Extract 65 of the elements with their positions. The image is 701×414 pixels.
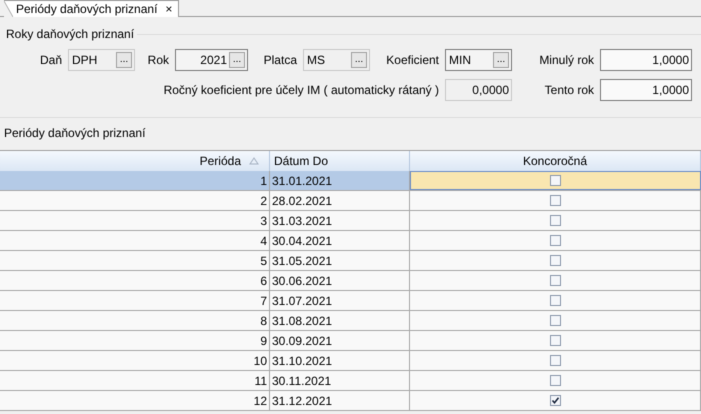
table-cell: 31.08.2021 <box>270 311 410 330</box>
table-cell: 30.11.2021 <box>270 371 410 390</box>
table-cell: 6 <box>0 271 270 290</box>
table-row[interactable]: 5 31.05.2021 <box>0 251 701 271</box>
field-label: Daň <box>38 53 63 67</box>
checkbox[interactable] <box>550 295 560 306</box>
checkbox[interactable] <box>550 335 560 346</box>
field-label: Minulý rok <box>538 53 595 67</box>
table-cell: 2 <box>0 191 270 210</box>
table-cell: 31.10.2021 <box>270 351 410 370</box>
checkbox[interactable] <box>550 275 560 286</box>
table-cell: 12 <box>0 391 270 410</box>
field-label: Platca <box>262 53 298 67</box>
table-cell: 31.07.2021 <box>270 291 410 310</box>
table-cell: 10 <box>0 351 270 370</box>
table-row[interactable]: 4 30.04.2021 <box>0 231 701 251</box>
input-field[interactable]: 2021 ... <box>175 49 248 71</box>
checkbox[interactable] <box>550 175 561 186</box>
table-cell: 31.05.2021 <box>270 251 410 270</box>
browse-button[interactable]: ... <box>229 52 245 68</box>
table-row[interactable]: 3 31.03.2021 <box>0 211 701 231</box>
table-cell: 7 <box>0 291 270 310</box>
table-row[interactable]: 6 30.06.2021 <box>0 271 701 291</box>
checkbox[interactable] <box>550 215 560 226</box>
checkbox[interactable] <box>550 375 560 386</box>
table-row[interactable]: 2 28.02.2021 <box>0 191 701 211</box>
table-cell: 31.03.2021 <box>270 211 410 230</box>
checkbox[interactable] <box>550 315 560 326</box>
table-row[interactable]: 9 30.09.2021 <box>0 331 701 351</box>
table-cell: 3 <box>0 211 270 230</box>
table-cell: 1 <box>0 171 270 190</box>
field-label: Ročný koeficient pre účely IM ( automaticky rátaný ) <box>162 83 440 97</box>
table-cell: 5 <box>0 251 270 270</box>
browse-button[interactable]: ... <box>493 52 509 68</box>
table-cell: 30.06.2021 <box>270 271 410 290</box>
document-tab[interactable]: Periódy daňových priznaní × <box>4 0 180 17</box>
group-title: Roky daňových priznaní <box>5 27 136 41</box>
table-cell: 11 <box>0 371 270 390</box>
table-row[interactable]: 1 31.01.2021 <box>0 171 701 191</box>
checkbox[interactable] <box>550 235 560 246</box>
table-cell: 8 <box>0 311 270 330</box>
table-row[interactable]: 7 31.07.2021 <box>0 291 701 311</box>
checkbox[interactable] <box>550 255 560 266</box>
table-cell: 30.09.2021 <box>270 331 410 350</box>
field-label: Rok <box>146 53 170 67</box>
table-row[interactable]: 12 31.12.2021 <box>0 391 701 411</box>
table-cell: 4 <box>0 231 270 250</box>
field-label: Tento rok <box>544 83 595 97</box>
input-field[interactable]: 1,0000 <box>600 79 692 101</box>
table-row[interactable]: 11 30.11.2021 <box>0 371 701 391</box>
table-cell: 30.04.2021 <box>270 231 410 250</box>
table-cell: 28.02.2021 <box>270 191 410 210</box>
close-button[interactable]: × <box>165 2 172 16</box>
input-field[interactable]: MIN ... <box>445 49 512 71</box>
table-cell: 31.01.2021 <box>270 171 410 190</box>
checkbox[interactable] <box>550 395 560 406</box>
field-label: Koeficient <box>385 53 440 67</box>
section-title: Periódy daňových priznaní <box>4 126 146 140</box>
table-cell: 9 <box>0 331 270 350</box>
input-field[interactable]: 1,0000 <box>600 49 692 71</box>
checkbox[interactable] <box>550 195 560 206</box>
table-row[interactable]: 10 31.10.2021 <box>0 351 701 371</box>
table-row[interactable]: 8 31.08.2021 <box>0 311 701 331</box>
table-cell: 31.12.2021 <box>270 391 410 410</box>
checkbox[interactable] <box>550 355 560 366</box>
